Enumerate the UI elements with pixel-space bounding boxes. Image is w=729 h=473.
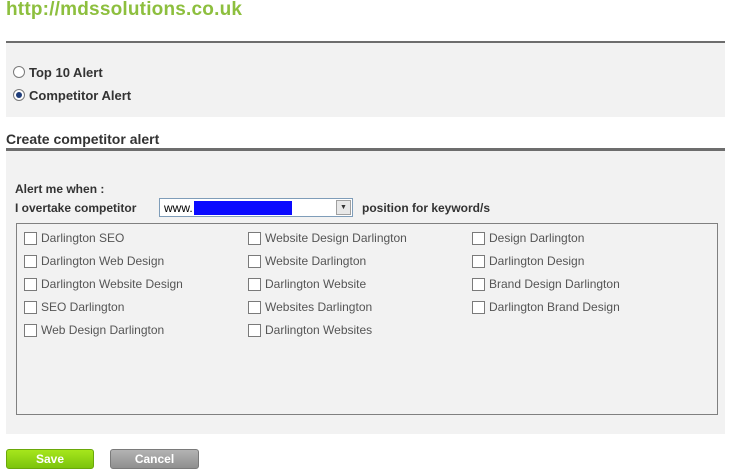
competitor-alert-option[interactable]: Competitor Alert <box>13 87 131 103</box>
keyword-checkbox[interactable] <box>248 323 261 337</box>
overtake-competitor-label: I overtake competitor <box>15 201 137 215</box>
alert-me-label: Alert me when : <box>15 182 105 196</box>
keyword-checkbox[interactable] <box>24 323 37 337</box>
cancel-button[interactable]: Cancel <box>110 449 199 469</box>
keyword-checkbox[interactable] <box>472 231 485 245</box>
competitor-select[interactable]: www. ▼ <box>159 198 353 217</box>
competitor-alert-panel: Alert me when : I overtake competitor ww… <box>6 148 725 434</box>
keyword-checkbox-item[interactable]: Darlington Website Design <box>24 276 183 292</box>
keyword-checkbox-item[interactable]: Darlington Websites <box>248 322 372 338</box>
keyword-label: Website Design Darlington <box>265 231 407 245</box>
keyword-checkbox[interactable] <box>248 231 261 245</box>
keyword-checkbox-item[interactable]: Darlington SEO <box>24 230 124 246</box>
keyword-label: Websites Darlington <box>265 300 373 314</box>
keyword-checkbox-item[interactable]: Brand Design Darlington <box>472 276 620 292</box>
chevron-down-icon[interactable]: ▼ <box>336 200 351 215</box>
keyword-checkbox-item[interactable]: Websites Darlington <box>248 299 372 315</box>
create-competitor-alert-heading: Create competitor alert <box>6 131 160 147</box>
keyword-checkbox[interactable] <box>24 300 37 314</box>
competitor-select-value: www. <box>164 201 193 215</box>
keyword-label: Darlington Website Design <box>41 277 183 291</box>
keyword-label: Web Design Darlington <box>41 323 165 337</box>
site-url-title: http://mdssolutions.co.uk <box>6 0 243 20</box>
keyword-label: Design Darlington <box>489 231 585 245</box>
keyword-checkbox[interactable] <box>248 277 261 291</box>
keyword-checkbox-item[interactable]: Design Darlington <box>472 230 584 246</box>
save-button[interactable]: Save <box>6 449 94 469</box>
redaction-block <box>194 201 292 215</box>
top10-alert-option[interactable]: Top 10 Alert <box>13 64 103 80</box>
keyword-checkbox[interactable] <box>248 254 261 268</box>
keyword-checkbox[interactable] <box>472 300 485 314</box>
keyword-label: Darlington Website <box>265 277 367 291</box>
competitor-alert-label: Competitor Alert <box>29 87 132 103</box>
keyword-label: Darlington Web Design <box>41 254 165 268</box>
keyword-checkbox-item[interactable]: Web Design Darlington <box>24 322 164 338</box>
keyword-checkbox[interactable] <box>24 231 37 245</box>
keyword-checkbox[interactable] <box>24 254 37 268</box>
keyword-label: Website Darlington <box>265 254 367 268</box>
keyword-checkbox-item[interactable]: Website Darlington <box>248 253 366 269</box>
keyword-label: Brand Design Darlington <box>489 277 620 291</box>
keyword-checkbox-item[interactable]: Website Design Darlington <box>248 230 407 246</box>
keyword-list: Darlington SEO Website Design Darlington… <box>16 223 718 415</box>
keyword-label: Darlington SEO <box>41 231 125 245</box>
keyword-checkbox[interactable] <box>472 277 485 291</box>
position-for-keywords-label: position for keyword/s <box>362 201 491 215</box>
keyword-checkbox-item[interactable]: Darlington Brand Design <box>472 299 620 315</box>
top10-alert-radio[interactable] <box>13 66 25 78</box>
keyword-label: Darlington Websites <box>265 323 373 337</box>
keyword-checkbox[interactable] <box>248 300 261 314</box>
alert-type-panel: Top 10 Alert Competitor Alert <box>6 41 725 117</box>
keyword-label: Darlington Brand Design <box>489 300 620 314</box>
keyword-checkbox-item[interactable]: Darlington Design <box>472 253 584 269</box>
competitor-alert-radio[interactable] <box>13 89 25 101</box>
keyword-checkbox-item[interactable]: Darlington Website <box>248 276 366 292</box>
top10-alert-label: Top 10 Alert <box>29 64 103 80</box>
keyword-checkbox[interactable] <box>24 277 37 291</box>
keyword-checkbox-item[interactable]: Darlington Web Design <box>24 253 164 269</box>
keyword-label: Darlington Design <box>489 254 585 268</box>
keyword-checkbox-item[interactable]: SEO Darlington <box>24 299 124 315</box>
keyword-label: SEO Darlington <box>41 300 125 314</box>
keyword-checkbox[interactable] <box>472 254 485 268</box>
